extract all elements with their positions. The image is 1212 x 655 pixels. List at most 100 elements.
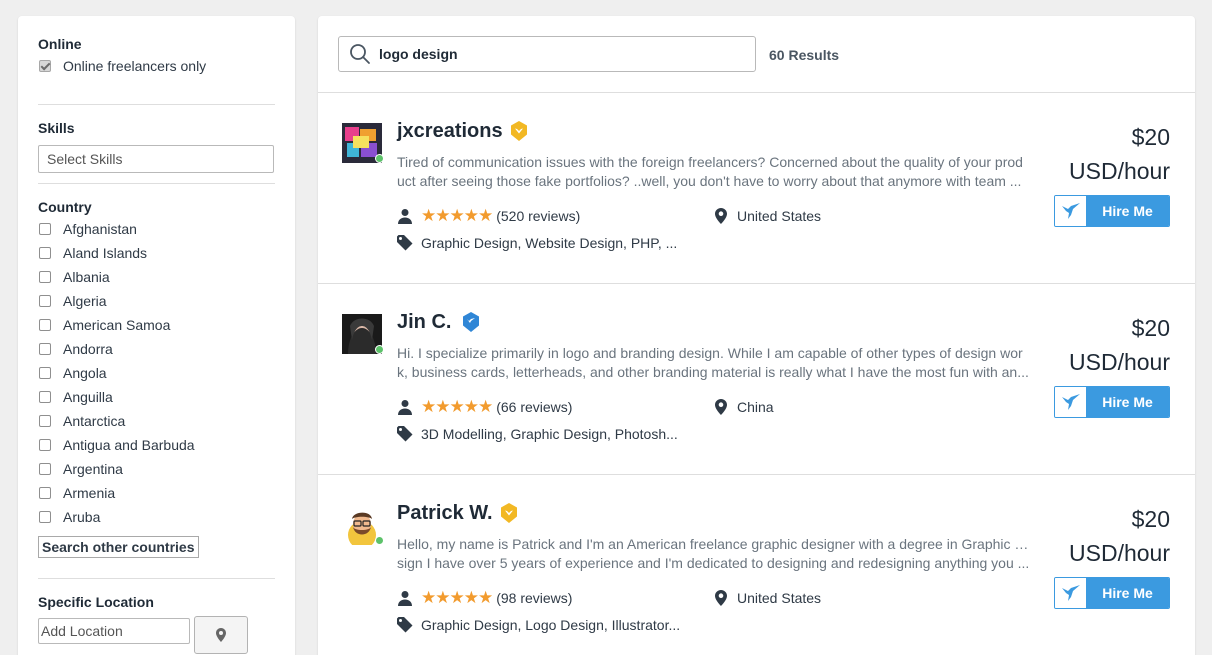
star-rating: ★★★★★ xyxy=(421,588,493,607)
hourly-rate: $20 USD/hour xyxy=(1069,311,1170,379)
freelancer-card[interactable]: jxcreations Tired of communication issue… xyxy=(318,93,1195,283)
online-only-label: Online freelancers only xyxy=(63,58,207,74)
country-label: Albania xyxy=(63,269,110,285)
country-label: Aland Islands xyxy=(63,245,148,261)
review-count[interactable]: (98 reviews) xyxy=(496,590,572,606)
review-count[interactable]: (520 reviews) xyxy=(496,208,580,224)
country-option[interactable]: Antigua and Barbuda xyxy=(38,433,275,457)
avatar[interactable] xyxy=(342,314,384,354)
freelancer-name[interactable]: jxcreations xyxy=(397,120,503,143)
country-option[interactable]: Armenia xyxy=(38,481,275,505)
country-checkbox[interactable] xyxy=(39,415,51,427)
results-panel: logo design 60 Results jxcreations Tired… xyxy=(318,16,1195,655)
country-checkbox[interactable] xyxy=(39,247,51,259)
country-label: Afghanistan xyxy=(63,221,137,237)
location-label: United States xyxy=(737,590,822,606)
skills-filter-title: Skills xyxy=(38,120,75,136)
search-other-countries-button[interactable]: Search other countries xyxy=(38,536,199,558)
hourly-rate: $20 USD/hour xyxy=(1069,120,1170,188)
description-line: Tired of communication issues with the f… xyxy=(397,154,1023,170)
country-checkbox[interactable] xyxy=(39,463,51,475)
country-option[interactable]: Albania xyxy=(38,265,275,289)
location-label: United States xyxy=(737,208,822,224)
hire-me-label: Hire Me xyxy=(1086,387,1169,417)
country-checkbox[interactable] xyxy=(39,367,51,379)
hire-me-button[interactable]: Hire Me xyxy=(1054,195,1170,227)
map-pin-icon xyxy=(715,399,727,415)
country-filter-section: Country Afghanistan Aland Islands Albani… xyxy=(38,199,275,558)
star-rating: ★★★★★ xyxy=(421,397,493,416)
location-input[interactable]: Add Location xyxy=(38,618,190,644)
country-option[interactable]: Argentina xyxy=(38,457,275,481)
freelancer-description: Hello, my name is Patrick and I'm an Ame… xyxy=(397,535,1030,573)
price-amount: $20 xyxy=(1131,124,1170,150)
country-checkbox[interactable] xyxy=(39,223,51,235)
search-input[interactable]: logo design xyxy=(379,46,458,62)
location-label: China xyxy=(737,399,774,415)
country-label: Armenia xyxy=(63,485,116,501)
skills-list: Graphic Design, Website Design, PHP, ... xyxy=(421,235,678,251)
location: United States xyxy=(715,206,821,226)
country-checkbox[interactable] xyxy=(39,391,51,403)
country-checkbox[interactable] xyxy=(39,343,51,355)
country-option[interactable]: Afghanistan xyxy=(38,217,275,241)
country-option[interactable]: Andorra xyxy=(38,337,275,361)
user-icon xyxy=(398,400,412,415)
map-pin-icon xyxy=(715,208,727,224)
avatar[interactable] xyxy=(342,505,384,549)
online-indicator xyxy=(375,154,384,163)
price-unit: USD/hour xyxy=(1069,158,1170,184)
freelancer-card[interactable]: Jin C. Hi. I specialize primarily in log… xyxy=(318,284,1195,474)
location-filter-section: Specific Location Add Location xyxy=(38,594,275,654)
online-only-checkbox[interactable] xyxy=(39,60,51,72)
country-label: Andorra xyxy=(63,341,113,357)
description-line: Hello, my name is Patrick and I'm an Ame… xyxy=(397,536,1030,552)
location-filter-title: Specific Location xyxy=(38,594,154,610)
freelancer-name[interactable]: Patrick W. xyxy=(397,502,493,525)
country-label: Angola xyxy=(63,365,107,381)
results-count: 60 Results xyxy=(769,47,840,63)
verified-badge-icon xyxy=(463,312,479,332)
country-checkbox[interactable] xyxy=(39,511,51,523)
review-count[interactable]: (66 reviews) xyxy=(496,399,572,415)
online-indicator xyxy=(375,536,384,545)
freelancer-card[interactable]: Patrick W. Hello, my name is Patrick and… xyxy=(318,475,1195,655)
country-option[interactable]: Algeria xyxy=(38,289,275,313)
hummingbird-icon xyxy=(1061,203,1080,219)
description-line: sign I have over 5 years of experience a… xyxy=(397,555,1030,571)
country-option[interactable]: Aland Islands xyxy=(38,241,275,265)
hire-me-button[interactable]: Hire Me xyxy=(1054,577,1170,609)
freelancer-name[interactable]: Jin C. xyxy=(397,311,451,334)
country-checkbox[interactable] xyxy=(39,487,51,499)
rating-row: ★★★★★ (66 reviews) xyxy=(397,397,572,417)
country-option[interactable]: Aruba xyxy=(38,505,275,529)
skills-list: 3D Modelling, Graphic Design, Photosh... xyxy=(421,426,678,442)
online-only-option[interactable]: Online freelancers only xyxy=(38,54,275,78)
online-filter-title: Online xyxy=(38,36,82,52)
country-label: Algeria xyxy=(63,293,107,309)
skills-select[interactable]: Select Skills xyxy=(38,145,274,173)
country-checkbox[interactable] xyxy=(39,439,51,451)
locate-button[interactable] xyxy=(194,616,248,654)
tag-icon xyxy=(397,426,413,442)
country-checkbox[interactable] xyxy=(39,295,51,307)
country-option[interactable]: American Samoa xyxy=(38,313,275,337)
country-label: American Samoa xyxy=(63,317,171,333)
location: China xyxy=(715,397,774,417)
user-icon xyxy=(398,209,412,224)
country-list: Afghanistan Aland Islands Albania Algeri… xyxy=(38,217,275,529)
country-option[interactable]: Angola xyxy=(38,361,275,385)
country-option[interactable]: Antarctica xyxy=(38,409,275,433)
country-checkbox[interactable] xyxy=(39,319,51,331)
search-box[interactable]: logo design xyxy=(338,36,756,72)
tag-icon xyxy=(397,235,413,251)
user-icon xyxy=(398,591,412,606)
hire-me-button[interactable]: Hire Me xyxy=(1054,386,1170,418)
country-option[interactable]: Anguilla xyxy=(38,385,275,409)
country-checkbox[interactable] xyxy=(39,271,51,283)
freelancer-description: Hi. I specialize primarily in logo and b… xyxy=(397,344,1030,382)
hummingbird-icon xyxy=(1061,585,1080,601)
avatar[interactable] xyxy=(342,123,384,163)
map-pin-icon xyxy=(715,590,727,606)
hire-me-label: Hire Me xyxy=(1086,196,1169,226)
